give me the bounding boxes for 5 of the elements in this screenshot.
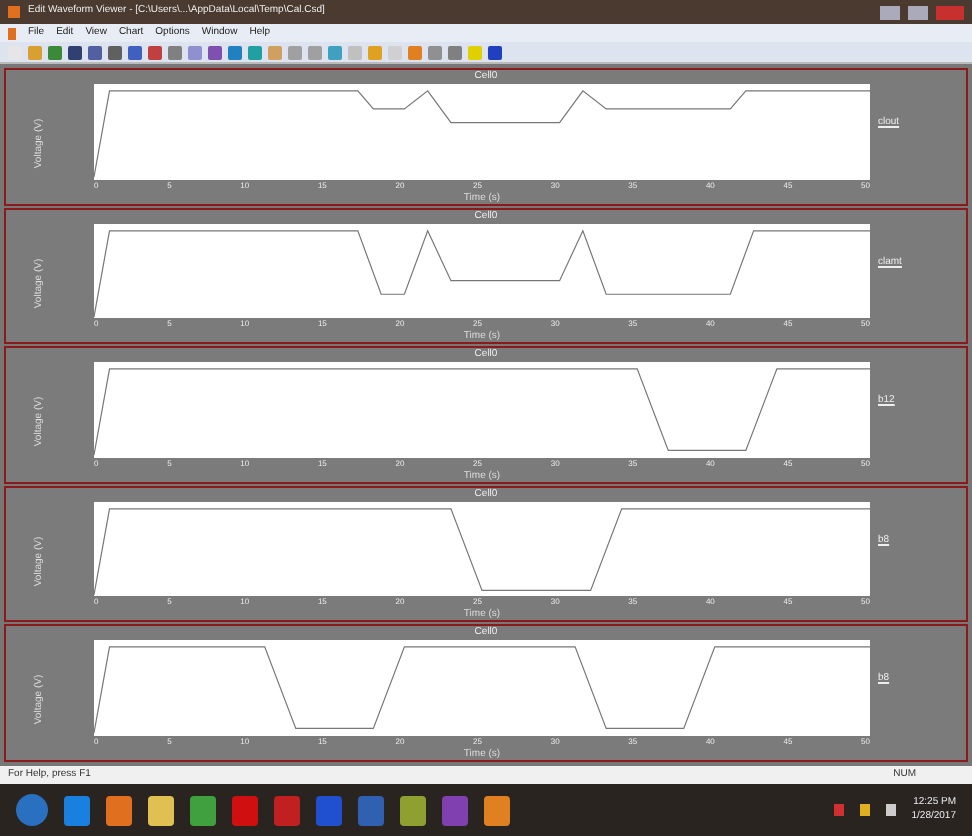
close-button[interactable]: [936, 5, 964, 19]
minimize-button[interactable]: [880, 5, 900, 19]
app-icon: [8, 6, 20, 18]
document-icon: [8, 27, 16, 39]
maximize-button[interactable]: [908, 5, 928, 19]
